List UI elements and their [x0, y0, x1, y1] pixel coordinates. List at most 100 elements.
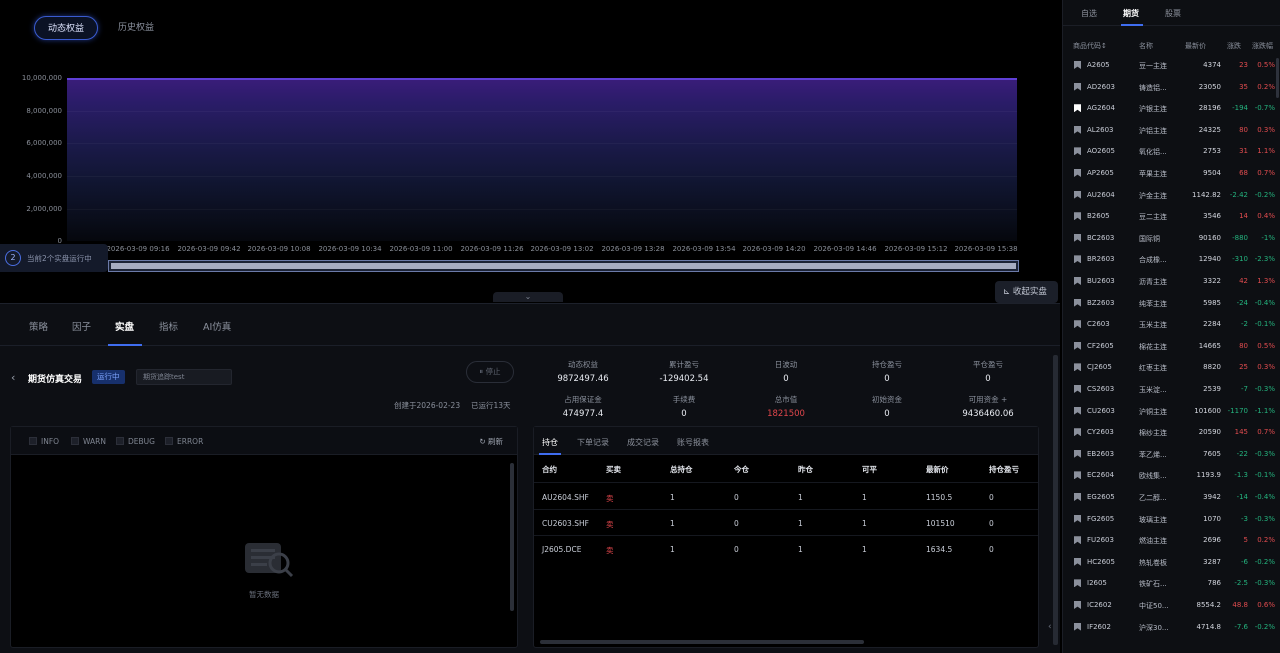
tab-stocks[interactable]: 股票: [1165, 8, 1181, 19]
bookmark-icon[interactable]: [1074, 82, 1081, 91]
tab-strategy[interactable]: 策略: [29, 319, 48, 333]
filter-error-checkbox[interactable]: ERROR: [165, 437, 203, 446]
bookmark-icon[interactable]: [1074, 233, 1081, 242]
col-header[interactable]: 持仓盈亏: [989, 464, 1019, 475]
market-row[interactable]: AU2604 沪金主连 1142.82 -2.42 -0.2%: [1063, 184, 1280, 206]
bookmark-icon[interactable]: [1074, 212, 1081, 221]
positions-panel: 持仓 下单记录 成交记录 账号报表 合约 买卖 总持仓 今仓 昨仓 可平 最新价…: [533, 426, 1039, 648]
bookmark-icon[interactable]: [1074, 536, 1081, 545]
market-row[interactable]: HC2605 热轧卷板 3287 -6 -0.2%: [1063, 551, 1280, 573]
tab-positions[interactable]: 持仓: [542, 437, 558, 448]
market-row[interactable]: A2605 豆一主连 4374 23 0.5%: [1063, 54, 1280, 76]
running-count-badge[interactable]: 2 当前2个实盘运行中: [0, 244, 108, 272]
market-row[interactable]: EB2603 苯乙烯... 7605 -22 -0.3%: [1063, 443, 1280, 465]
market-row[interactable]: CU2603 沪铜主连 101600 -1170 -1.1%: [1063, 400, 1280, 422]
col-header[interactable]: 昨仓: [798, 464, 813, 475]
bookmark-icon[interactable]: [1074, 493, 1081, 501]
bookmark-icon[interactable]: [1074, 601, 1081, 609]
refresh-button[interactable]: ↻ 刷新: [479, 436, 503, 447]
zoom-slider-range[interactable]: [111, 263, 1016, 269]
bookmark-icon[interactable]: [1074, 514, 1081, 523]
market-row[interactable]: FG2605 玻璃主连 1070 -3 -0.3%: [1063, 508, 1280, 530]
market-row[interactable]: CS2603 玉米淀... 2539 -7 -0.3%: [1063, 378, 1280, 400]
tab-futures[interactable]: 期货: [1123, 8, 1139, 19]
panel-scrollbar[interactable]: [1053, 355, 1058, 645]
bookmark-icon[interactable]: [1074, 61, 1081, 69]
collapse-live-button[interactable]: ⊾ 收起实盘: [995, 281, 1058, 303]
bookmark-icon[interactable]: [1074, 363, 1081, 372]
log-scrollbar[interactable]: [510, 463, 514, 611]
cell-contract[interactable]: AU2604.SHF: [542, 493, 589, 502]
tab-live[interactable]: 实盘: [115, 319, 134, 333]
bookmark-icon[interactable]: [1074, 125, 1081, 134]
col-header[interactable]: 最新价: [926, 464, 949, 475]
market-row[interactable]: AL2603 沪铝主连 24325 80 0.3%: [1063, 119, 1280, 141]
col-header[interactable]: 总持仓: [670, 464, 693, 475]
bookmark-icon[interactable]: [1074, 406, 1081, 415]
tab-dynamic-equity[interactable]: 动态权益: [34, 16, 99, 40]
market-row[interactable]: BC2603 国际铜 90160 -880 -1%: [1063, 227, 1280, 249]
market-row[interactable]: B2605 豆二主连 3546 14 0.4%: [1063, 205, 1280, 227]
bookmark-icon[interactable]: [1074, 449, 1081, 458]
tab-indicator[interactable]: 指标: [159, 319, 178, 333]
col-header[interactable]: 买卖: [606, 464, 621, 475]
tab-history-equity[interactable]: 历史权益: [105, 16, 167, 40]
market-row[interactable]: FU2603 燃油主连 2696 5 0.2%: [1063, 529, 1280, 551]
collapse-handle[interactable]: ⌄: [493, 292, 563, 302]
cell-contract[interactable]: J2605.DCE: [542, 545, 581, 554]
col-header[interactable]: 可平: [862, 464, 877, 475]
sidebar-scrollbar[interactable]: [1276, 58, 1279, 98]
bookmark-icon[interactable]: [1074, 579, 1081, 588]
tab-trade-records[interactable]: 成交记录: [627, 437, 659, 448]
col-header[interactable]: 合约: [542, 464, 557, 475]
bookmark-icon[interactable]: [1074, 147, 1081, 156]
market-row[interactable]: EC2604 欧线集... 1193.9 -1.3 -0.1%: [1063, 464, 1280, 486]
bookmark-icon[interactable]: [1074, 190, 1081, 199]
market-row[interactable]: IF2602 沪深30... 4714.8 -7.6 -0.2%: [1063, 616, 1280, 638]
tab-factor[interactable]: 因子: [72, 319, 91, 333]
tab-ai-sim[interactable]: AI仿真: [203, 319, 231, 333]
market-row[interactable]: CJ2605 红枣主连 8820 25 0.3%: [1063, 356, 1280, 378]
strategy-select[interactable]: 期货追踪test: [136, 369, 232, 385]
tab-order-records[interactable]: 下单记录: [577, 437, 609, 448]
filter-info-checkbox[interactable]: INFO: [29, 437, 59, 446]
market-row[interactable]: AO2605 氧化铝... 2753 31 1.1%: [1063, 140, 1280, 162]
bookmark-icon[interactable]: [1074, 385, 1081, 393]
market-row[interactable]: BR2603 合成橡... 12940 -310 -2.3%: [1063, 248, 1280, 270]
filter-debug-checkbox[interactable]: DEBUG: [116, 437, 155, 446]
zoom-slider[interactable]: [108, 260, 1019, 272]
market-row[interactable]: BU2603 沥青主连 3322 42 1.3%: [1063, 270, 1280, 292]
positions-h-scrollbar[interactable]: [540, 640, 864, 644]
market-row[interactable]: CF2605 棉花主连 14665 80 0.5%: [1063, 335, 1280, 357]
tab-account-report[interactable]: 账号报表: [677, 437, 709, 448]
bookmark-icon[interactable]: [1074, 104, 1081, 113]
market-row[interactable]: CY2603 棉纱主连 20590 145 0.7%: [1063, 421, 1280, 443]
bookmark-icon[interactable]: [1074, 169, 1081, 177]
bookmark-icon[interactable]: [1074, 341, 1081, 350]
market-row[interactable]: BZ2603 纯苯主连 5985 -24 -0.4%: [1063, 292, 1280, 314]
cell-contract[interactable]: CU2603.SHF: [542, 519, 589, 528]
price-change-pct: -0.2%: [1254, 622, 1275, 631]
market-row[interactable]: IC2602 中证50... 8554.2 48.8 0.6%: [1063, 594, 1280, 616]
tab-watchlist[interactable]: 自选: [1081, 8, 1097, 19]
market-row[interactable]: C2603 玉米主连 2284 -2 -0.1%: [1063, 313, 1280, 335]
bookmark-icon[interactable]: [1074, 428, 1081, 437]
filter-warn-checkbox[interactable]: WARN: [71, 437, 106, 446]
stat-available-capital[interactable]: 可用资金 + 9436460.06: [933, 394, 1043, 419]
bookmark-icon[interactable]: [1074, 557, 1081, 566]
market-row[interactable]: I2605 铁矿石... 786 -2.5 -0.3%: [1063, 572, 1280, 594]
market-row[interactable]: AG2604 沪银主连 28196 -194 -0.7%: [1063, 97, 1280, 119]
market-row[interactable]: AP2605 苹果主连 9504 68 0.7%: [1063, 162, 1280, 184]
bookmark-icon[interactable]: [1074, 277, 1081, 285]
stop-button[interactable]: ⏸ 停止: [466, 361, 514, 383]
col-header-code[interactable]: 商品代码↕: [1073, 41, 1107, 51]
bookmark-icon[interactable]: [1074, 255, 1081, 264]
bookmark-icon[interactable]: [1074, 471, 1081, 480]
market-row[interactable]: AD2603 铸造铝... 23050 35 0.2%: [1063, 76, 1280, 98]
back-chevron-icon[interactable]: ‹: [11, 371, 15, 384]
bookmark-icon[interactable]: [1074, 320, 1081, 329]
bookmark-icon[interactable]: [1074, 622, 1081, 631]
col-header[interactable]: 今仓: [734, 464, 749, 475]
market-row[interactable]: EG2605 乙二醇... 3942 -14 -0.4%: [1063, 486, 1280, 508]
bookmark-icon[interactable]: [1074, 298, 1081, 307]
